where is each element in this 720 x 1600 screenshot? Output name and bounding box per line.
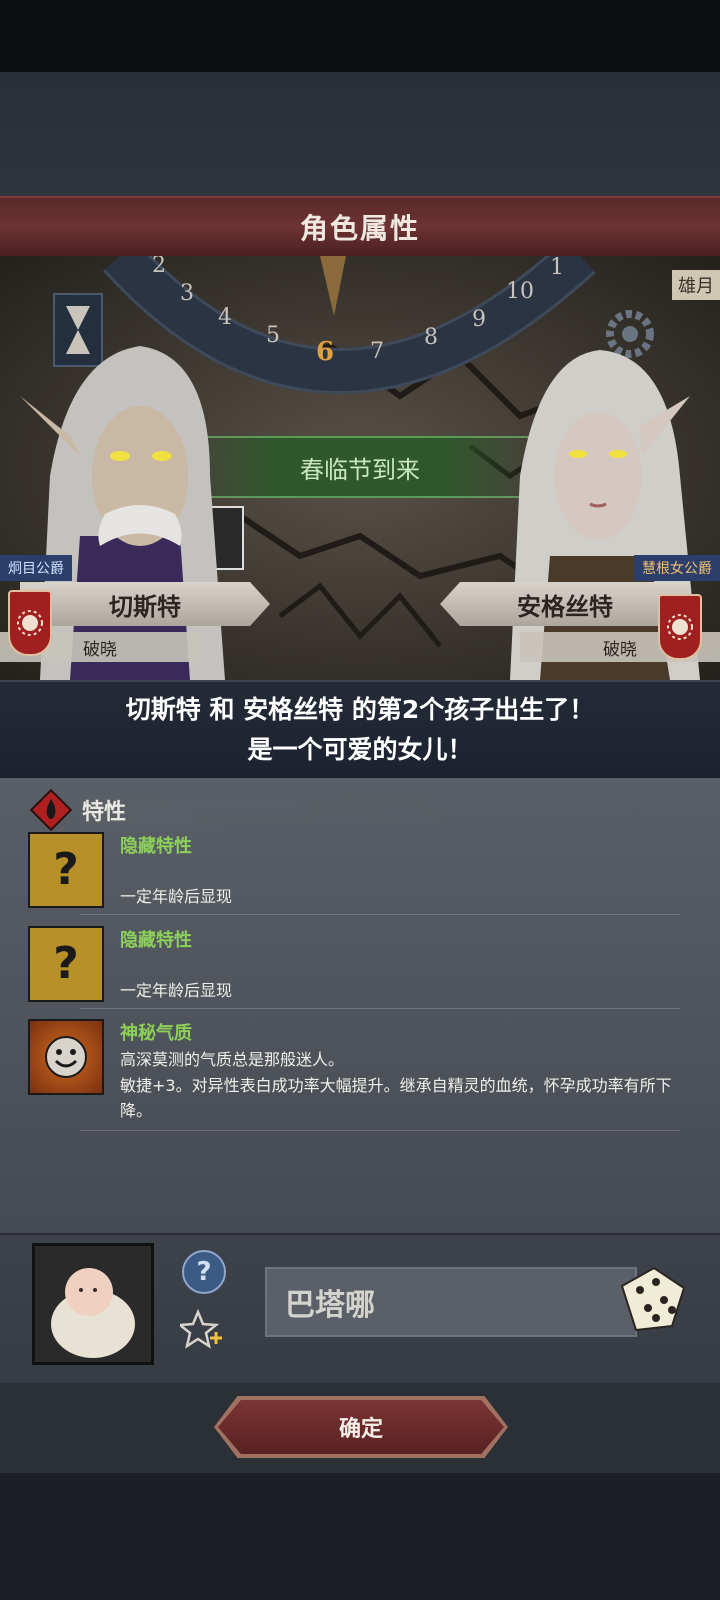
star-plus-icon[interactable] — [180, 1308, 224, 1352]
confirm-button[interactable]: 确定 — [218, 1400, 504, 1454]
trait-item[interactable]: ? 隐藏特性 一定年龄后显现 — [28, 832, 688, 922]
month-number: 2 — [152, 256, 166, 278]
trait-name: 隐藏特性 — [120, 836, 192, 857]
month-number: 8 — [424, 325, 438, 350]
question-mark-icon: ? — [28, 832, 104, 908]
current-month: 6 — [316, 337, 334, 367]
traits-label: 特性 — [82, 800, 127, 825]
dice-icon[interactable] — [612, 1258, 692, 1338]
house-crest-icon — [658, 594, 702, 660]
question-mark-icon: ? — [28, 926, 104, 1002]
month-number: 1 — [550, 256, 564, 280]
dial-pointer — [320, 256, 346, 316]
house-crest-icon — [8, 590, 52, 656]
svg-text:?: ? — [53, 844, 79, 895]
trait-desc: 一定年龄后显现 — [120, 981, 233, 1000]
month-number: 4 — [218, 305, 232, 330]
child-avatar[interactable] — [32, 1243, 154, 1365]
month-number: 3 — [180, 281, 194, 306]
month-number: 7 — [370, 339, 384, 364]
dialog-title: 角色属性 — [299, 212, 420, 245]
event-text: 春临节到来 — [300, 455, 420, 484]
moon-label: 雄月 — [672, 270, 720, 300]
smiling-sun-icon — [28, 1019, 104, 1095]
flame-icon — [30, 789, 72, 831]
trait-desc: 高深莫测的气质总是那般迷人。 — [120, 1050, 345, 1069]
divider — [80, 914, 680, 915]
mother-title: 慧根女公爵 — [634, 555, 720, 581]
trait-item[interactable]: ? 隐藏特性 一定年龄后显现 — [28, 926, 688, 1016]
background-top — [0, 72, 720, 197]
background-bottom — [0, 1473, 720, 1600]
divider — [80, 1008, 680, 1009]
status-bar — [0, 0, 720, 72]
month-number: 9 — [472, 307, 486, 332]
child-name-input[interactable] — [267, 1269, 635, 1335]
message-line-1: 切斯特 和 安格丝特 的第2个孩子出生了！ — [125, 695, 595, 724]
section-header-strip — [80, 795, 500, 825]
trait-item[interactable]: 神秘气质 高深莫测的气质总是那般迷人。 敏捷+3。对异性表白成功率大幅提升。继承… — [28, 1019, 688, 1139]
divider — [80, 1130, 680, 1131]
trait-desc: 敏捷+3。对异性表白成功率大幅提升。继承自精灵的血统，怀孕成功率有所下降。 — [120, 1076, 672, 1120]
trait-name: 神秘气质 — [120, 1023, 192, 1044]
trait-name: 隐藏特性 — [120, 930, 192, 951]
traits-header: 特性 — [30, 789, 127, 831]
child-name-field[interactable] — [265, 1267, 637, 1337]
trait-desc: 一定年龄后显现 — [120, 887, 233, 906]
birth-message: 切斯特 和 安格丝特 的第2个孩子出生了！ 是一个可爱的女儿！ — [0, 680, 720, 780]
mother-name[interactable]: 安格丝特 — [440, 582, 690, 626]
help-icon[interactable]: ? — [182, 1250, 226, 1294]
dialog-title-bar: 角色属性 — [0, 196, 720, 258]
month-number: 5 — [266, 323, 280, 348]
father-title: 炯目公爵 — [0, 555, 72, 581]
svg-text:?: ? — [53, 938, 79, 989]
message-line-2: 是一个可爱的女儿！ — [247, 735, 473, 764]
month-number: 10 — [506, 279, 534, 304]
father-name[interactable]: 切斯特 — [20, 582, 270, 626]
